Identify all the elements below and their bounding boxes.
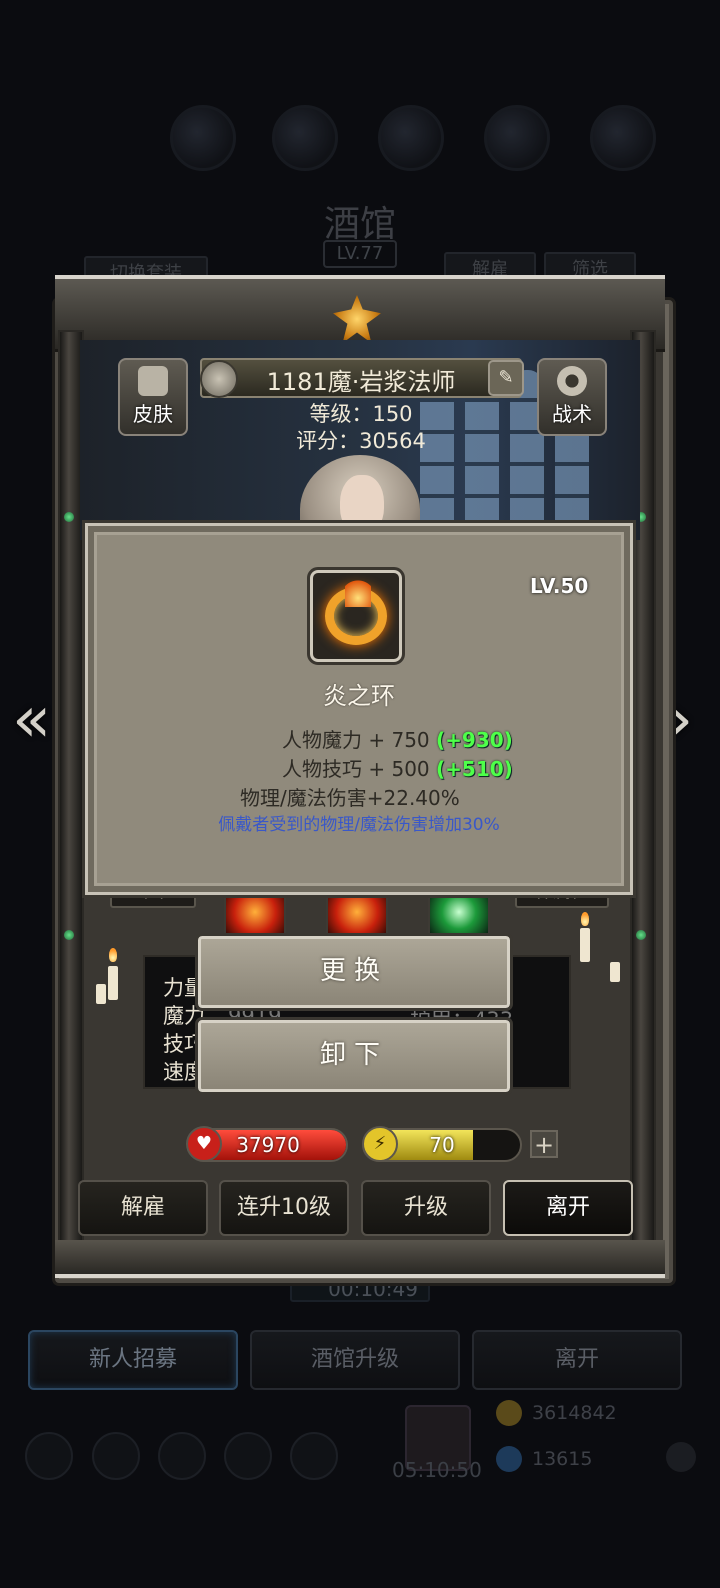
item-level: LV.50: [530, 574, 589, 598]
hero-score: 评分：30564: [296, 429, 426, 453]
candle-flame-icon: [581, 912, 589, 926]
bottom-nav-icon-5: [290, 1432, 338, 1480]
top-icon-2: [272, 105, 338, 171]
item-description: 佩戴者受到的物理/魔法伤害增加30%: [218, 815, 500, 835]
level-up-10-button[interactable]: 连升10级: [219, 1180, 349, 1236]
add-resource-icon: [666, 1442, 696, 1472]
skin-button[interactable]: 皮肤: [118, 358, 188, 436]
tab-new-recruit[interactable]: 新人招募: [28, 1330, 238, 1390]
frame-gem-icon: [64, 930, 74, 940]
lightning-icon: ⚡: [362, 1126, 398, 1162]
bottom-nav-icon-4: [224, 1432, 272, 1480]
tab-tavern-upgrade[interactable]: 酒馆升级: [250, 1330, 460, 1390]
top-icon-5: [590, 105, 656, 171]
item-stat-damage: 物理/魔法伤害+22.40%: [240, 786, 460, 810]
bottom-nav-icon-3: [158, 1432, 206, 1480]
frame-bottom-ornament: [55, 1240, 665, 1278]
candle-icon: [610, 962, 620, 982]
item-stat-magic-bonus: (+930): [436, 728, 513, 752]
item-name: 炎之环: [323, 682, 395, 710]
shirt-icon: [138, 366, 168, 396]
equip-slot-fire[interactable]: [224, 886, 286, 938]
unequip-button[interactable]: 卸下: [195, 1017, 513, 1095]
dismiss-button[interactable]: 解雇: [78, 1180, 208, 1236]
top-icon-3: [378, 105, 444, 171]
equip-slot-green[interactable]: [428, 886, 490, 938]
frame-gem-icon: [64, 512, 74, 522]
heart-icon: ♥: [186, 1126, 222, 1162]
skin-label: 皮肤: [133, 402, 173, 426]
bottom-nav-icon-2: [92, 1432, 140, 1480]
gold-amount: 3614842: [532, 1402, 617, 1424]
equip-slot-flame[interactable]: [326, 886, 388, 938]
gem-amount: 13615: [532, 1448, 593, 1470]
upgrade-button[interactable]: 升级: [361, 1180, 491, 1236]
tavern-level: LV.77: [323, 240, 397, 268]
add-energy-button[interactable]: +: [530, 1130, 558, 1158]
gear-icon: [557, 366, 587, 396]
item-stat-magic: 人物魔力 + 750 (+930): [282, 724, 513, 753]
item-stat-skill-text: 人物技巧 + 500: [282, 757, 430, 781]
gem-icon: [496, 1446, 522, 1472]
candle-icon: [96, 984, 106, 1004]
gift-timer: 05:10:50: [392, 1458, 482, 1482]
top-icon-bar: [0, 95, 720, 185]
hero-level: 等级：150: [309, 402, 413, 426]
top-icon-1: [170, 105, 236, 171]
tactics-button[interactable]: 战术: [537, 358, 607, 436]
candle-icon: [108, 966, 118, 1000]
tab-leave[interactable]: 离开: [472, 1330, 682, 1390]
candle-flame-icon: [109, 948, 117, 962]
prev-hero-arrow-icon[interactable]: «: [12, 688, 56, 752]
top-icon-4: [484, 105, 550, 171]
bottom-nav-icon-1: [25, 1432, 73, 1480]
hero-name: 1181魔·岩浆法师: [266, 368, 456, 396]
leave-button[interactable]: 离开: [503, 1180, 633, 1236]
replace-button[interactable]: 更换: [195, 933, 513, 1011]
frame-gem-icon: [636, 930, 646, 940]
candle-icon: [580, 928, 590, 962]
item-stat-magic-text: 人物魔力 + 750: [282, 728, 430, 752]
fire-ring-item-icon: [307, 567, 405, 665]
item-stat-skill: 人物技巧 + 500 (+510): [282, 753, 513, 782]
item-stat-skill-bonus: (+510): [436, 757, 513, 781]
edit-name-icon[interactable]: ✎: [488, 360, 524, 396]
tactics-label: 战术: [552, 402, 592, 426]
gold-coin-icon: [496, 1400, 522, 1426]
